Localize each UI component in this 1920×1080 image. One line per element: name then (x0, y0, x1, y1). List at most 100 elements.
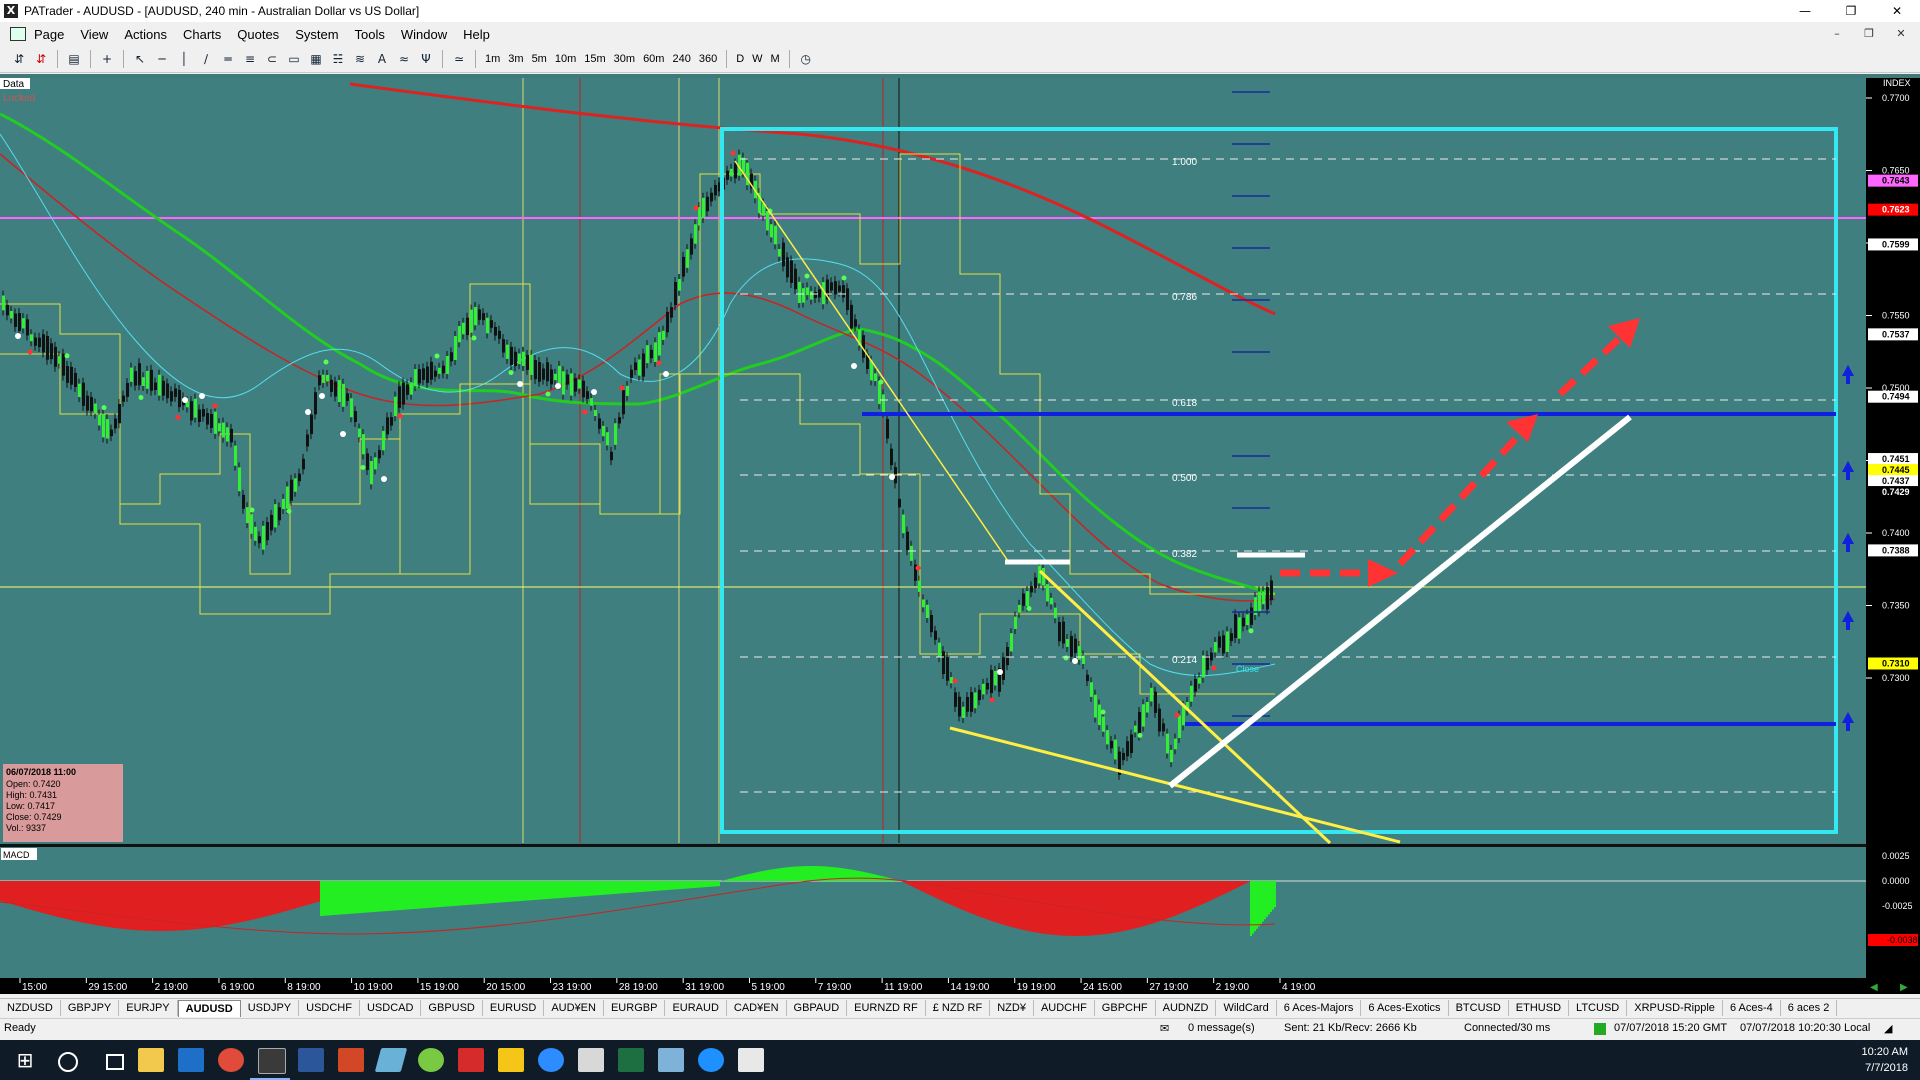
windows-start-icon[interactable]: ⊞ (12, 1048, 38, 1072)
edge-icon[interactable] (698, 1048, 724, 1072)
symbol-tab[interactable]: 6 Aces-Majors (1277, 1000, 1362, 1016)
menu-charts[interactable]: Charts (175, 27, 229, 42)
symbol-tab[interactable]: LTCUSD (1569, 1000, 1628, 1016)
symbol-tab[interactable]: XRPUSD-Ripple (1627, 1000, 1723, 1016)
file-explorer-icon[interactable] (138, 1048, 164, 1072)
menu-tools[interactable]: Tools (347, 27, 393, 42)
timeframe-30m[interactable]: 30m (610, 50, 639, 68)
rectangle-icon[interactable]: ▭ (285, 50, 303, 68)
timeframe-10m[interactable]: 10m (551, 50, 580, 68)
chrome-icon[interactable] (218, 1048, 244, 1072)
menu-actions[interactable]: Actions (116, 27, 175, 42)
symbol-tab[interactable]: NZDUSD (0, 1000, 61, 1016)
symbol-tab[interactable]: AUDCHF (1034, 1000, 1095, 1016)
timeframe-3m[interactable]: 3m (504, 50, 527, 68)
mdi-close-icon[interactable]: ✕ (1890, 26, 1912, 42)
scroll-right-icon[interactable]: ▶ (1900, 982, 1908, 993)
fib-time-icon[interactable]: ≈ (395, 50, 413, 68)
excel-icon[interactable] (618, 1048, 644, 1072)
symbol-tab[interactable]: EURAUD (665, 1000, 727, 1016)
word-icon[interactable] (298, 1048, 324, 1072)
fib-retracement-icon[interactable]: ≡ (241, 50, 259, 68)
unlink-icon[interactable]: ⇵ (32, 50, 50, 68)
speed-lines-icon[interactable]: ≋ (351, 50, 369, 68)
symbol-tab[interactable]: NZD¥ (990, 1000, 1034, 1016)
symbol-tab[interactable]: CAD¥EN (727, 1000, 787, 1016)
pointer-icon[interactable]: ↖ (131, 50, 149, 68)
price-chart[interactable]: INDEX 0.77000.76500.76000.75500.75000.74… (0, 74, 1920, 994)
app-grid-icon[interactable] (498, 1048, 524, 1072)
trading-app-icon[interactable] (458, 1048, 484, 1072)
symbol-tab[interactable]: WildCard (1216, 1000, 1277, 1016)
calculator-icon[interactable] (578, 1048, 604, 1072)
symbol-tab[interactable]: AUD¥EN (544, 1000, 604, 1016)
symbol-tab[interactable]: GBPUSD (421, 1000, 483, 1016)
channel-icon[interactable]: ═ (219, 50, 237, 68)
chart-window[interactable]: INDEX 0.77000.76500.76000.75500.75000.74… (0, 74, 1920, 994)
maximize-button[interactable]: ❐ (1828, 0, 1874, 22)
notes-icon[interactable] (374, 1048, 408, 1072)
minimize-button[interactable]: — (1782, 0, 1828, 22)
symbol-tab[interactable]: 6 Aces-Exotics (1361, 1000, 1449, 1016)
close-button[interactable]: ✕ (1874, 0, 1920, 22)
symbol-tab[interactable]: EURNZD RF (847, 1000, 926, 1016)
symbol-tab[interactable]: GBPCHF (1095, 1000, 1156, 1016)
symbol-tab[interactable]: GBPJPY (61, 1000, 120, 1016)
timeframe-360[interactable]: 360 (695, 50, 721, 68)
timeframe-240[interactable]: 240 (668, 50, 694, 68)
symbol-tab[interactable]: 6 Aces-4 (1723, 1000, 1781, 1016)
status-messages[interactable]: 0 message(s) (1188, 1022, 1255, 1034)
message-icon[interactable]: ✉ (1160, 1022, 1169, 1035)
photos-icon[interactable] (738, 1048, 764, 1072)
vline-icon[interactable]: │ (175, 50, 193, 68)
symbol-tab[interactable]: ETHUSD (1509, 1000, 1570, 1016)
network-app-icon[interactable] (658, 1048, 684, 1072)
zoom-icon[interactable] (538, 1048, 564, 1072)
symbol-tab[interactable]: USDJPY (241, 1000, 300, 1016)
symbol-tab[interactable]: BTCUSD (1449, 1000, 1509, 1016)
symbol-tab[interactable]: USDCAD (360, 1000, 422, 1016)
symbol-tab[interactable]: EURUSD (483, 1000, 545, 1016)
menu-help[interactable]: Help (455, 27, 498, 42)
symbol-tab[interactable]: EURGBP (604, 1000, 666, 1016)
symbol-tab[interactable]: £ NZD RF (926, 1000, 991, 1016)
fib-fan-icon[interactable]: ⊂ (263, 50, 281, 68)
search-icon[interactable] (58, 1052, 78, 1072)
menu-window[interactable]: Window (393, 27, 455, 42)
symbol-tab[interactable]: EURJPY (119, 1000, 178, 1016)
ninjatrader-icon[interactable] (418, 1048, 444, 1072)
gann-icon[interactable]: ▦ (307, 50, 325, 68)
clock-icon[interactable]: ◷ (797, 50, 815, 68)
indicator-icon[interactable]: ≃ (450, 50, 468, 68)
patrader-icon[interactable] (258, 1048, 286, 1074)
chart-type-icon[interactable]: ▤ (65, 50, 83, 68)
symbol-tab[interactable]: USDCHF (299, 1000, 360, 1016)
timeframe-15m[interactable]: 15m (580, 50, 609, 68)
symbol-tab[interactable]: AUDNZD (1156, 1000, 1217, 1016)
task-view-icon[interactable] (106, 1054, 124, 1070)
timeframe-w[interactable]: W (748, 50, 766, 68)
timeframe-d[interactable]: D (732, 50, 748, 68)
text-tool-icon[interactable]: A (373, 50, 391, 68)
menu-view[interactable]: View (72, 27, 116, 42)
timeframe-60m[interactable]: 60m (639, 50, 668, 68)
crosshair-icon[interactable]: + (98, 50, 116, 68)
timeframe-m[interactable]: M (767, 50, 784, 68)
scroll-left-icon[interactable]: ◀ (1870, 982, 1878, 993)
mdi-restore-icon[interactable]: ❐ (1858, 26, 1880, 42)
menu-page[interactable]: Page (26, 27, 72, 42)
pitchfork-icon[interactable]: Ψ (417, 50, 435, 68)
symbol-tab[interactable]: 6 aces 2 (1781, 1000, 1838, 1016)
cycle-lines-icon[interactable]: ☵ (329, 50, 347, 68)
menu-system[interactable]: System (287, 27, 346, 42)
hline-icon[interactable]: ─ (153, 50, 171, 68)
mdi-minimize-icon[interactable]: – (1826, 26, 1848, 42)
link-icon[interactable]: ⇵ (10, 50, 28, 68)
powerpoint-icon[interactable] (338, 1048, 364, 1072)
symbol-tab[interactable]: AUDUSD (177, 999, 241, 1017)
timeframe-5m[interactable]: 5m (528, 50, 551, 68)
menu-quotes[interactable]: Quotes (229, 27, 287, 42)
timeframe-1m[interactable]: 1m (481, 50, 504, 68)
trendline-icon[interactable]: ∕ (197, 50, 215, 68)
system-clock[interactable]: 10:20 AM 7/7/2018 (1862, 1044, 1908, 1076)
